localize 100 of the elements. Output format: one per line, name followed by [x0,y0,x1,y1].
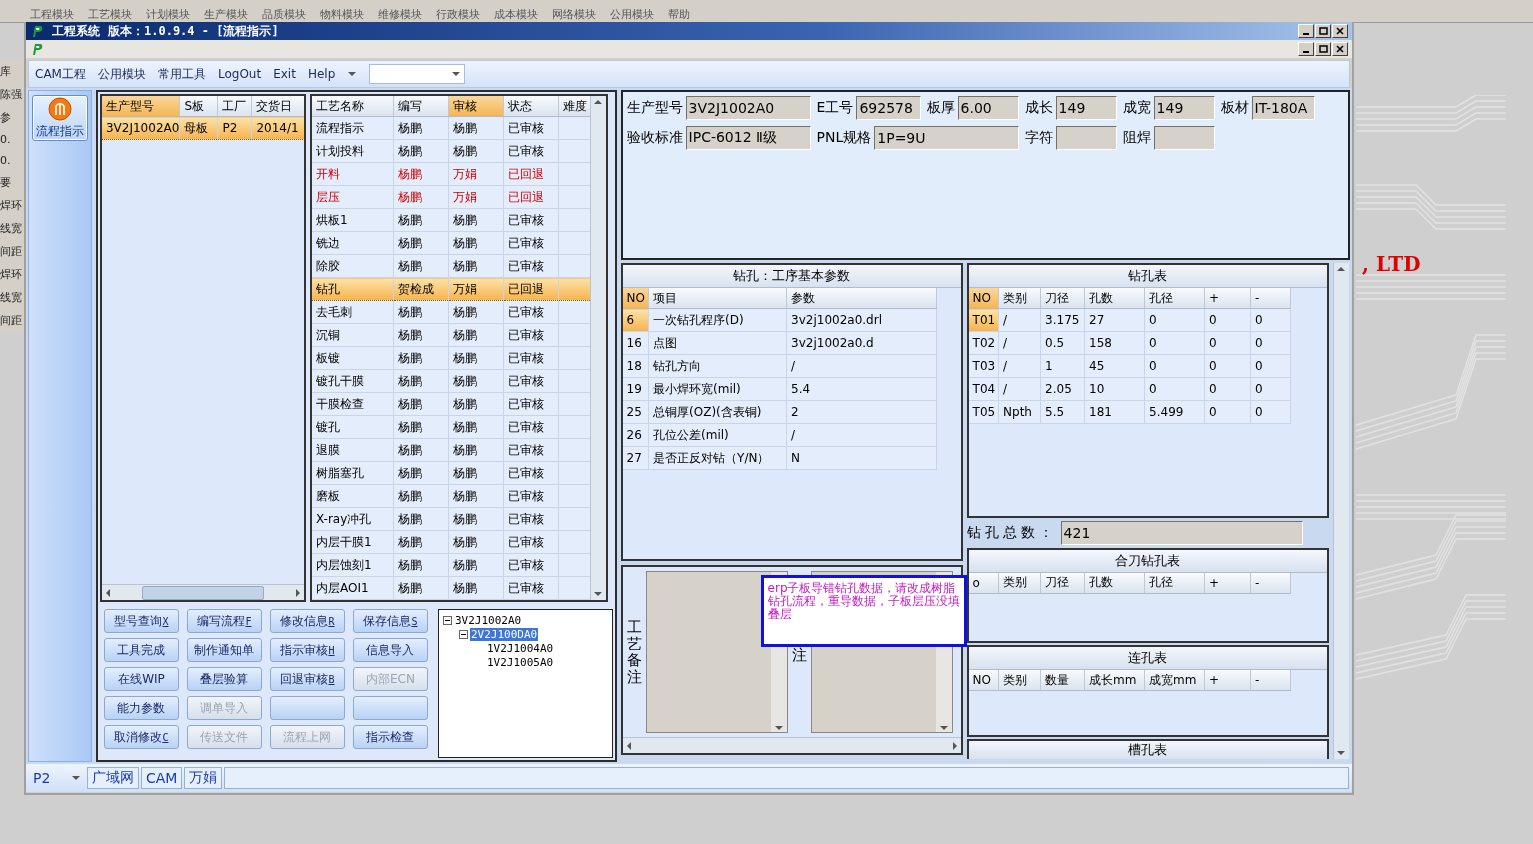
menu-item[interactable]: Exit [273,67,296,81]
column-header[interactable]: 编写 [393,96,449,117]
maximize-button[interactable] [1315,24,1331,38]
table-cell: 总铜厚(OZ)(含表铜) [648,400,787,424]
action-button[interactable]: 叠层验算 [186,667,262,691]
process-row[interactable]: 退膜 杨鹏 杨鹏 已审核 [311,438,590,462]
input-field[interactable]: 3V2J1002A0 [685,96,811,120]
process-row[interactable]: 镀孔干膜 杨鹏 杨鹏 已审核 [311,369,590,393]
background-menu-item[interactable]: 计划模块 [146,8,190,22]
minimize-button[interactable] [1298,24,1314,38]
input-field[interactable]: 1P=9U [874,126,1019,150]
factory-dropdown[interactable]: P2 [29,767,85,789]
column-header[interactable]: S板 [179,96,218,117]
process-row[interactable]: 钻孔 贺检成 万娟 已回退 [311,277,590,301]
input-field[interactable]: IT-180A [1251,96,1315,120]
process-row[interactable]: 磨板 杨鹏 杨鹏 已审核 [311,484,590,508]
background-menu-item[interactable]: 品质模块 [262,8,306,22]
background-menu-item[interactable]: 工程模块 [30,8,74,22]
input-field[interactable]: 149 [1055,96,1117,120]
menu-item[interactable]: Help [307,67,336,81]
menu-item[interactable]: 公用模块 [97,65,146,83]
process-row[interactable]: 内层蚀刻1 杨鹏 杨鹏 已审核 [311,553,590,577]
action-button[interactable]: 编写流程F [186,609,262,633]
action-button[interactable]: 回退审核B [269,667,345,691]
background-menu-item[interactable]: 工艺模块 [88,8,132,22]
background-menu-item[interactable]: 维修模块 [378,8,422,22]
tree-node[interactable]: 1V2J1005A0 [485,655,555,669]
vertical-scrollbar[interactable] [1332,263,1349,759]
process-row[interactable]: 内层干膜1 杨鹏 杨鹏 已审核 [311,530,590,554]
tree-node[interactable]: 2V2J100DA0 [469,627,539,641]
panel-title: 槽孔表 [968,741,1327,759]
action-button[interactable]: 能力参数 [103,696,179,720]
process-row[interactable]: 内层AOI1 杨鹏 杨鹏 已审核 [311,576,590,600]
table-cell: 树脂塞孔 [311,461,394,485]
input-field[interactable]: IPC-6012 Ⅱ级 [685,126,811,150]
process-row[interactable]: 板镀 杨鹏 杨鹏 已审核 [311,346,590,370]
background-menu-item[interactable]: 公用模块 [610,8,654,22]
field-label: 生产型号 [626,99,683,117]
action-button[interactable]: 在线WIP [103,667,179,691]
background-menu-item[interactable]: 帮助 [668,8,690,22]
close-icon [1336,45,1344,53]
input-field[interactable]: 149 [1153,96,1215,120]
maximize-button[interactable] [1315,42,1331,56]
column-header[interactable]: 生产型号 [101,96,180,117]
menu-item[interactable]: CAM工程 [35,65,86,83]
action-button[interactable]: 指示审核H [269,638,345,662]
input-field[interactable]: 692578 [856,96,921,120]
column-header[interactable]: 难度 [558,96,590,117]
process-row[interactable]: 树脂塞孔 杨鹏 杨鹏 已审核 [311,461,590,485]
background-menu-item[interactable]: 行政模块 [436,8,480,22]
nav-button[interactable]: 流程指示 [31,95,88,141]
column-header[interactable]: 状态 [503,96,559,117]
product-row[interactable]: 3V2J1002A0 母板 P2 2014/1 [101,116,304,140]
process-row[interactable]: 去毛刺 杨鹏 杨鹏 已审核 [311,300,590,324]
column-header[interactable]: 审核 [448,96,504,117]
column-header[interactable]: 工艺名称 [311,96,394,117]
background-menu-item[interactable]: 网络模块 [552,8,596,22]
column-header[interactable]: 工厂 [217,96,252,117]
process-row[interactable]: 层压 杨鹏 万娟 已回退 [311,185,590,209]
process-row[interactable]: X-ray冲孔 杨鹏 杨鹏 已审核 [311,507,590,531]
input-field[interactable] [1055,126,1117,150]
background-menu-item[interactable]: 物料模块 [320,8,364,22]
background-menu-item[interactable]: 生产模块 [204,8,248,22]
menu-item[interactable]: 常用工具 [157,65,206,83]
tree-node[interactable]: 3V2J1002A0 [453,613,523,627]
action-button[interactable]: 工具完成 [103,638,179,662]
process-row[interactable]: 流程指示 杨鹏 杨鹏 已审核 [311,116,590,140]
process-row[interactable]: 镀孔 杨鹏 杨鹏 已审核 [311,415,590,439]
process-row[interactable]: 烘板1 杨鹏 杨鹏 已审核 [311,208,590,232]
process-row[interactable]: 开料 杨鹏 万娟 已回退 [311,162,590,186]
process-row[interactable]: 沉铜 杨鹏 杨鹏 已审核 [311,323,590,347]
expander-icon[interactable] [442,615,452,625]
action-button[interactable]: 取消修改C [103,725,179,749]
process-row[interactable]: 铣边 杨鹏 杨鹏 已审核 [311,231,590,255]
action-button[interactable]: 指示检查 [352,725,428,749]
column-header: 类别 [998,670,1041,691]
column-header[interactable]: 交货日 [251,96,304,117]
table-cell: 5.4 [786,377,937,401]
menu-item[interactable]: LogOut [217,67,262,81]
background-menu-item[interactable]: 成本模块 [494,8,538,22]
action-button[interactable]: 修改信息R [269,609,345,633]
horizontal-scrollbar[interactable] [622,737,961,753]
table-cell: 层压 [311,185,394,209]
minimize-button[interactable] [1298,42,1314,56]
tree-node[interactable]: 1V2J1004A0 [485,641,555,655]
process-row[interactable]: 计划投料 杨鹏 杨鹏 已审核 [311,139,590,163]
input-field[interactable]: 6.00 [957,96,1019,120]
action-button[interactable]: 制作通知单 [186,638,262,662]
close-button[interactable] [1332,24,1348,38]
action-button[interactable]: 型号查询X [103,609,179,633]
action-button[interactable]: 信息导入 [352,638,428,662]
background-label: 要 [0,175,12,190]
process-row[interactable]: 干膜检查 杨鹏 杨鹏 已审核 [311,392,590,416]
action-button[interactable]: 保存信息S [352,609,428,633]
process-row[interactable]: 除胶 杨鹏 杨鹏 已审核 [311,254,590,278]
close-button[interactable] [1332,42,1348,56]
input-field[interactable] [1153,126,1215,150]
horizontal-scrollbar[interactable] [101,584,304,600]
input-field[interactable]: 421 [1060,520,1303,545]
expander-icon[interactable] [458,629,468,639]
